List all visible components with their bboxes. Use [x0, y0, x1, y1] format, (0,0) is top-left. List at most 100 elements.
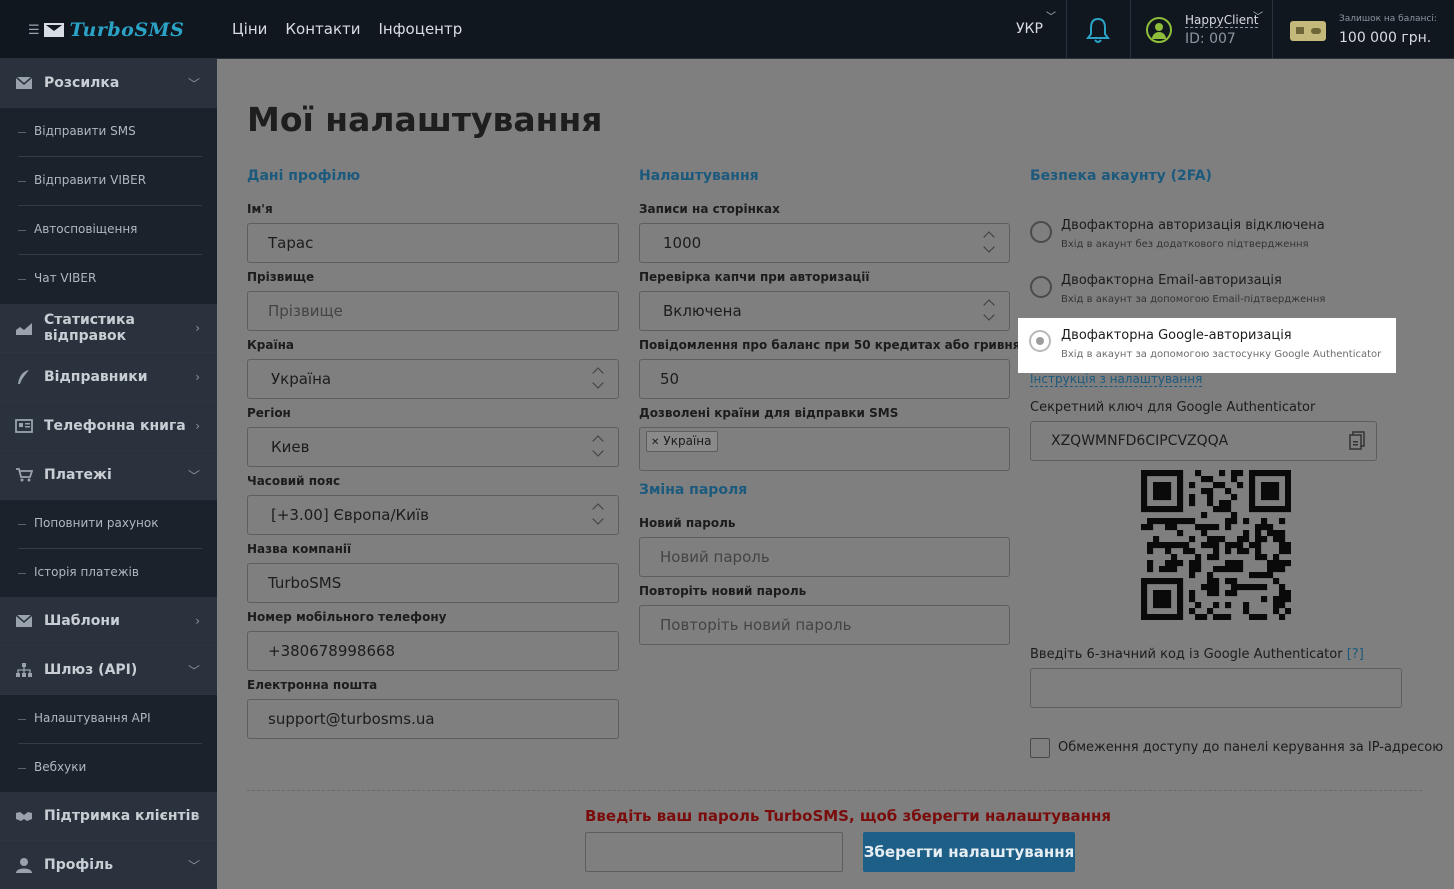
country-chip-label: Україна — [663, 434, 712, 448]
brand-name: TurboSMS — [69, 19, 185, 41]
sidebar-item-api-gateway[interactable]: Шлюз (API) ﹀ — [0, 646, 217, 695]
current-password-input[interactable] — [585, 832, 843, 872]
sidebar-subitem-webhooks[interactable]: Вебхуки — [0, 744, 217, 793]
qr-code-image — [1141, 470, 1291, 620]
secret-key-field[interactable]: XZQWMNFD6CIPCVZQQA — [1030, 421, 1377, 461]
sidebar-item-label: Шаблони — [44, 613, 120, 629]
sidebar-item-senders[interactable]: Відправники › — [0, 353, 217, 402]
records-label: Записи на сторінках — [639, 202, 780, 216]
name-field[interactable]: Тарас — [247, 223, 619, 263]
auth-code-input[interactable] — [1030, 668, 1402, 708]
chevron-down-icon[interactable]: ﹀ — [1046, 8, 1056, 23]
radio-2fa-disabled[interactable] — [1030, 221, 1052, 243]
chevron-right-icon: › — [195, 809, 200, 823]
countries-label: Дозволені країни для відправки SMS — [639, 406, 899, 420]
sidebar-item-support[interactable]: Підтримка клієнтів › — [0, 792, 217, 841]
sidebar-subitem-label: Автосповіщення — [34, 222, 138, 236]
records-select[interactable]: 1000 — [639, 223, 1010, 263]
nav-contacts[interactable]: Контакти — [285, 20, 360, 38]
sidebar-subitem-auto-notify[interactable]: Автосповіщення — [0, 206, 217, 255]
ip-restriction-label: Обмеження доступу до панелі керування за… — [1058, 740, 1444, 755]
new-password-field[interactable]: Новий пароль — [639, 537, 1010, 577]
balance-notice-label: Повідомлення про баланс при 50 кредитах … — [639, 338, 1029, 352]
user-name[interactable]: HappyClient — [1185, 13, 1259, 28]
balance-notice-field[interactable]: 50 — [639, 359, 1010, 399]
company-label: Назва компанії — [247, 542, 352, 556]
sidebar-item-payments[interactable]: Платежі ﹀ — [0, 451, 217, 500]
wallet-card-icon — [1290, 21, 1326, 41]
instructions-link[interactable]: Інструкція з налаштування — [1030, 372, 1203, 387]
nav-infocenter[interactable]: Інфоцентр — [379, 20, 463, 38]
select-arrows-icon — [983, 298, 997, 324]
radio-2fa-email[interactable] — [1030, 276, 1052, 298]
sidebar-subitem-viber-chat[interactable]: Чат VIBER — [0, 255, 217, 304]
password-section-title: Зміна пароля — [639, 482, 748, 498]
balance-label: Залишок на балансі: — [1339, 14, 1437, 24]
phone-field[interactable]: +380678998668 — [247, 631, 619, 671]
logo[interactable]: ☰ TurboSMS — [28, 18, 184, 42]
repeat-password-field[interactable]: Повторіть новий пароль — [639, 605, 1010, 645]
radio-2fa-google[interactable] — [1029, 330, 1051, 352]
captcha-select[interactable]: Включена — [639, 291, 1010, 331]
language-selector[interactable]: УКР — [1016, 21, 1043, 37]
chevron-down-icon: ﹀ — [187, 468, 200, 483]
sidebar-item-statistics[interactable]: Статистика відправок › — [0, 304, 217, 353]
sidebar-item-label: Статистика відправок — [44, 312, 135, 344]
security-section-title: Безпека акаунту (2FA) — [1030, 168, 1212, 184]
settings-section-title: Налаштування — [639, 168, 759, 184]
bell-icon[interactable] — [1085, 16, 1111, 44]
sidebar-subitem-topup[interactable]: Поповнити рахунок — [0, 500, 217, 549]
ip-restriction-checkbox[interactable] — [1030, 738, 1050, 758]
sidebar-subitem-label: Історія платежів — [34, 565, 139, 579]
country-value: Україна — [271, 370, 332, 388]
surname-field[interactable]: Прізвище — [247, 291, 619, 331]
menu-icon[interactable]: ☰ — [28, 23, 40, 38]
handshake-icon — [16, 812, 32, 821]
region-select[interactable]: Киев — [247, 427, 619, 467]
country-label: Країна — [247, 338, 294, 352]
sidebar-subitem-label: Налаштування API — [34, 711, 151, 725]
user-avatar-icon[interactable] — [1146, 17, 1172, 43]
timezone-value: [+3.00] Європа/Київ — [271, 506, 429, 524]
option-2fa-google[interactable]: Двофакторна Google-авторизація Вхід в ак… — [1018, 318, 1396, 373]
email-field[interactable]: support@turbosms.ua — [247, 699, 619, 739]
nav-prices[interactable]: Ціни — [232, 20, 267, 38]
sidebar-item-label: Профіль — [44, 857, 114, 873]
company-field[interactable]: TurboSMS — [247, 563, 619, 603]
records-value: 1000 — [663, 234, 702, 252]
page-title: Мої налаштування — [247, 100, 603, 139]
copy-icon[interactable] — [1349, 431, 1365, 451]
divider — [1272, 0, 1273, 58]
option-subtitle: Вхід в акаунт без додаткового підтвердже… — [1061, 239, 1309, 250]
top-nav: Ціни Контакти Інфоцентр — [232, 20, 462, 38]
sidebar-item-mailing[interactable]: Розсилка ﹀ — [0, 59, 217, 108]
sidebar-subitem-label: Поповнити рахунок — [34, 516, 159, 530]
sidebar-item-label: Розсилка — [44, 75, 120, 91]
email-label: Електронна пошта — [247, 678, 378, 692]
sidebar-subitem-send-viber[interactable]: Відправити VIBER — [0, 157, 217, 206]
top-bar: ☰ TurboSMS Ціни Контакти Інфоцентр УКР ﹀… — [0, 0, 1454, 59]
sidebar-subitem-api-settings[interactable]: Налаштування API — [0, 695, 217, 744]
phone-label: Номер мобільного телефону — [247, 610, 447, 624]
code-label: Введіть 6-значний код із Google Authenti… — [1030, 647, 1364, 662]
new-password-label: Новий пароль — [639, 516, 736, 530]
sidebar-item-templates[interactable]: Шаблони › — [0, 597, 217, 646]
help-link[interactable]: [?] — [1347, 647, 1364, 662]
save-settings-button[interactable]: Зберегти налаштування — [863, 832, 1075, 872]
chevron-down-icon[interactable]: ﹀ — [1253, 8, 1263, 23]
region-value: Киев — [271, 438, 310, 456]
envelope-icon — [15, 76, 33, 89]
sidebar-item-phonebook[interactable]: Телефонна книга › — [0, 402, 217, 451]
secret-key-label: Секретний ключ для Google Authenticator — [1030, 400, 1316, 415]
country-chip[interactable]: ✕ Україна — [646, 431, 719, 452]
remove-icon[interactable]: ✕ — [651, 437, 659, 448]
chevron-right-icon: › — [195, 370, 200, 384]
sidebar-subitem-payment-history[interactable]: Історія платежів — [0, 549, 217, 598]
captcha-label: Перевірка капчи при авторизації — [639, 270, 870, 284]
timezone-select[interactable]: [+3.00] Європа/Київ — [247, 495, 619, 535]
country-select[interactable]: Україна — [247, 359, 619, 399]
profile-section-title: Дані профілю — [247, 168, 361, 184]
sidebar-item-profile[interactable]: Профіль ﹀ — [0, 841, 217, 889]
sidebar-subitem-send-sms[interactable]: Відправити SMS — [0, 108, 217, 157]
name-label: Ім'я — [247, 202, 273, 216]
